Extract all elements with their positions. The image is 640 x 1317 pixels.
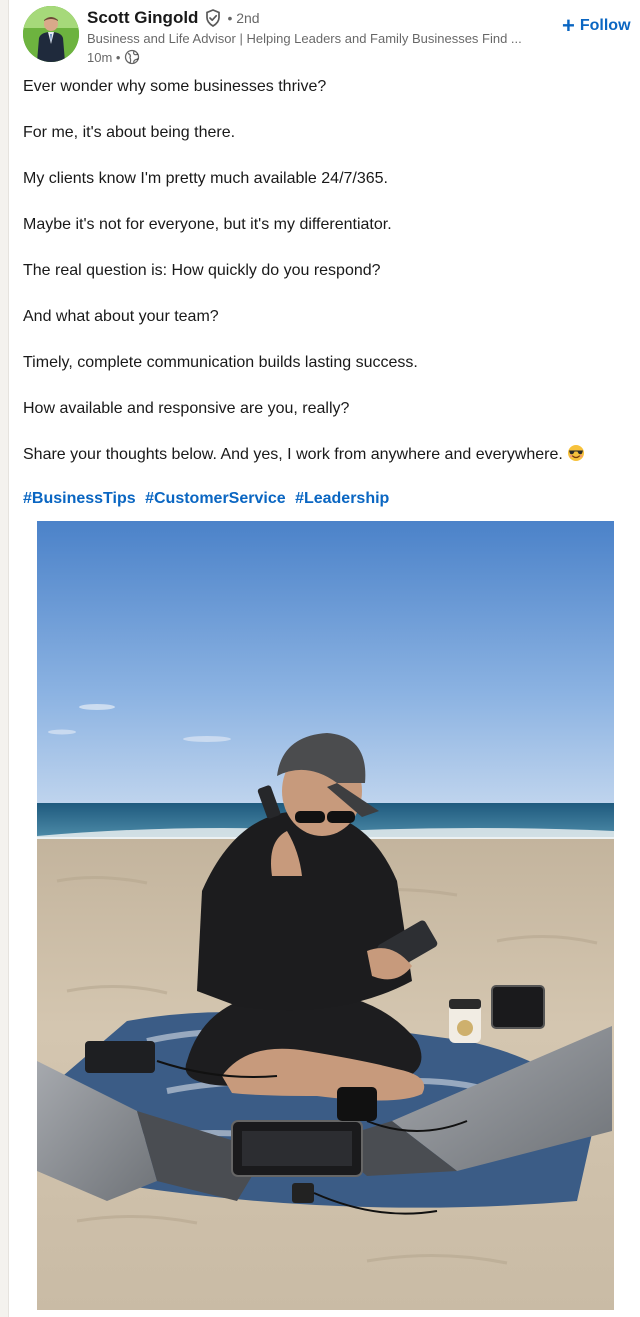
follow-label: Follow	[579, 17, 631, 34]
post-image[interactable]	[37, 521, 614, 1310]
smiling-face-with-sunglasses-icon	[567, 444, 585, 462]
hashtag-link[interactable]: #CustomerService	[145, 490, 286, 507]
post-paragraph: For me, it's about being there.	[23, 124, 236, 141]
plus-icon: +	[562, 13, 575, 38]
follow-button[interactable]: + Follow	[558, 12, 635, 40]
author-name-row: Scott Gingold • 2nd	[87, 8, 260, 28]
post-paragraph: Maybe it's not for everyone, but it's my…	[23, 216, 392, 233]
post-paragraph: The real question is: How quickly do you…	[23, 262, 381, 279]
hashtag-list: #BusinessTips #CustomerService #Leadersh…	[23, 490, 394, 508]
post-paragraph: Timely, complete communication builds la…	[23, 354, 418, 371]
post-paragraph-text: Share your thoughts below. And yes, I wo…	[23, 446, 563, 463]
hashtag-link[interactable]: #Leadership	[295, 490, 389, 507]
post-paragraph: And what about your team?	[23, 308, 219, 325]
post-paragraph: Ever wonder why some businesses thrive?	[23, 78, 327, 95]
post-meta: 10m •	[87, 49, 140, 65]
feed-post: Scott Gingold • 2nd Business and Life Ad…	[10, 0, 640, 1317]
post-paragraph-last: Share your thoughts below. And yes, I wo…	[23, 444, 623, 466]
post-timestamp: 10m •	[87, 49, 121, 65]
hashtag-link[interactable]: #BusinessTips	[23, 490, 136, 507]
page-left-gutter	[0, 0, 9, 1317]
post-paragraph: My clients know I'm pretty much availabl…	[23, 170, 388, 187]
connection-degree: • 2nd	[227, 10, 260, 26]
author-headline: Business and Life Advisor | Helping Lead…	[87, 31, 522, 46]
author-avatar[interactable]	[23, 6, 79, 62]
post-paragraph: How available and responsive are you, re…	[23, 400, 350, 417]
verified-shield-icon	[203, 8, 223, 28]
post-body: Ever wonder why some businesses thrive? …	[23, 76, 623, 490]
globe-icon	[124, 49, 140, 65]
author-name[interactable]: Scott Gingold	[87, 8, 198, 28]
